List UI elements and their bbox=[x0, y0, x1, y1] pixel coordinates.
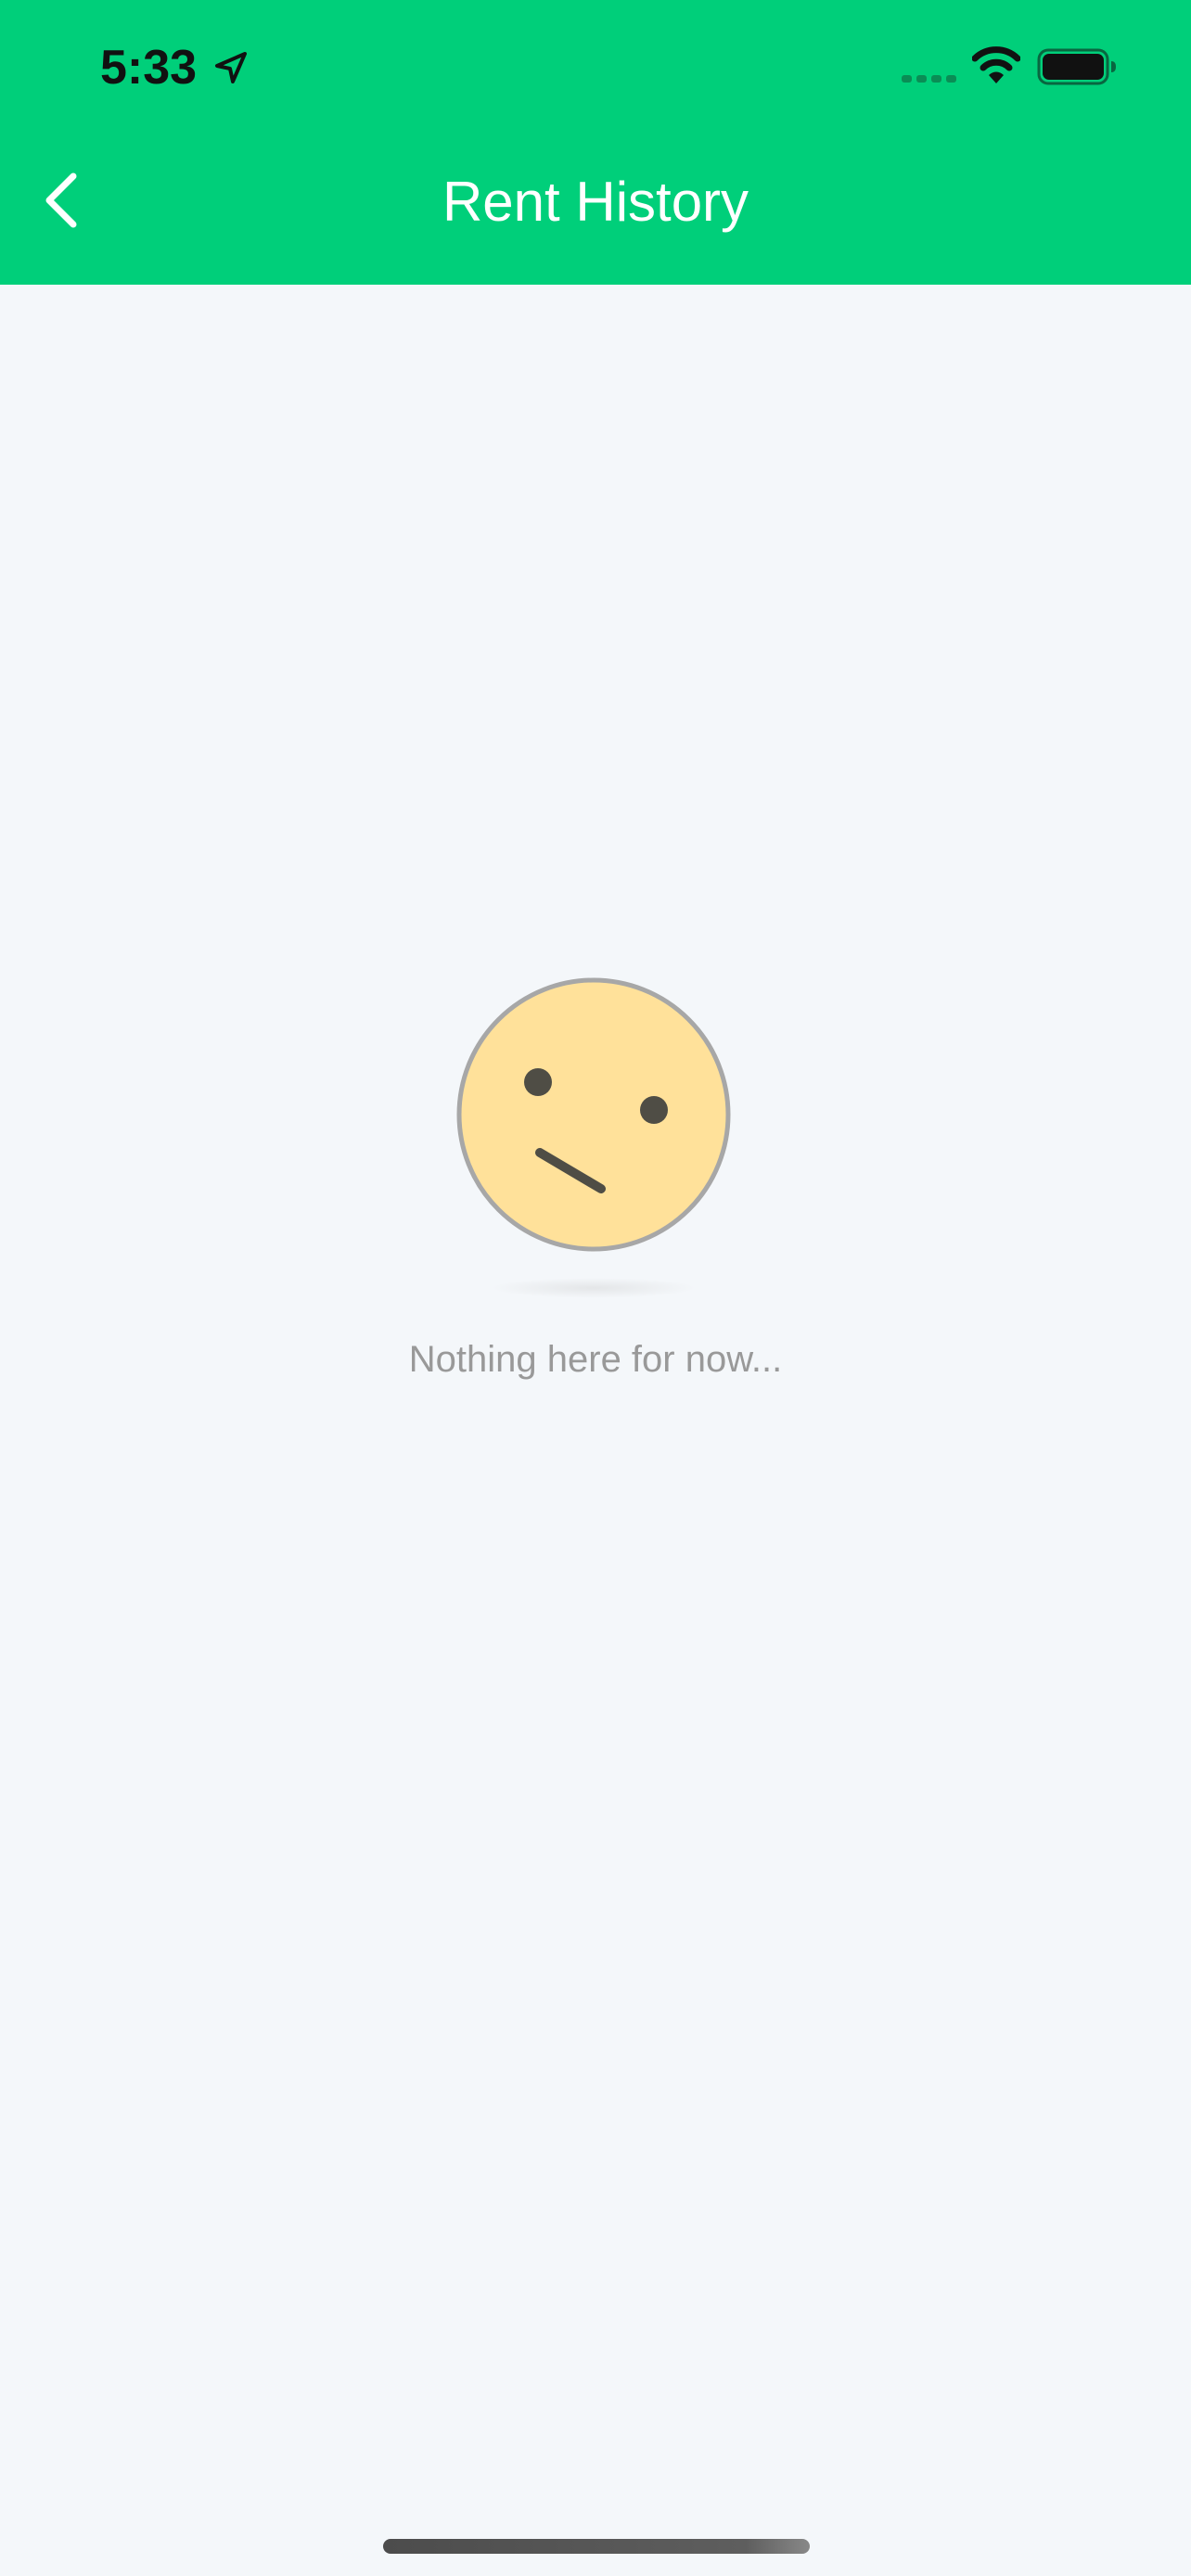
cellular-signal-icon bbox=[902, 75, 956, 83]
navigation-bar: Rent History bbox=[0, 130, 1191, 285]
status-time: 5:33 bbox=[100, 41, 198, 95]
empty-state: Nothing here for now... bbox=[0, 974, 1191, 1409]
status-bar: 5:33 bbox=[0, 0, 1191, 130]
confused-face-icon bbox=[456, 977, 731, 1298]
empty-state-message: Nothing here for now... bbox=[408, 1339, 783, 1380]
page-title: Rent History bbox=[442, 171, 749, 233]
battery-icon bbox=[1037, 48, 1116, 85]
header: 5:33 Rent History bbox=[0, 0, 1191, 285]
rent-history-screen: 5:33 Rent History Nothing here for now..… bbox=[0, 0, 1191, 2576]
wifi-icon bbox=[972, 46, 1020, 83]
home-indicator[interactable] bbox=[383, 2539, 810, 2554]
location-arrow-icon bbox=[215, 52, 247, 83]
